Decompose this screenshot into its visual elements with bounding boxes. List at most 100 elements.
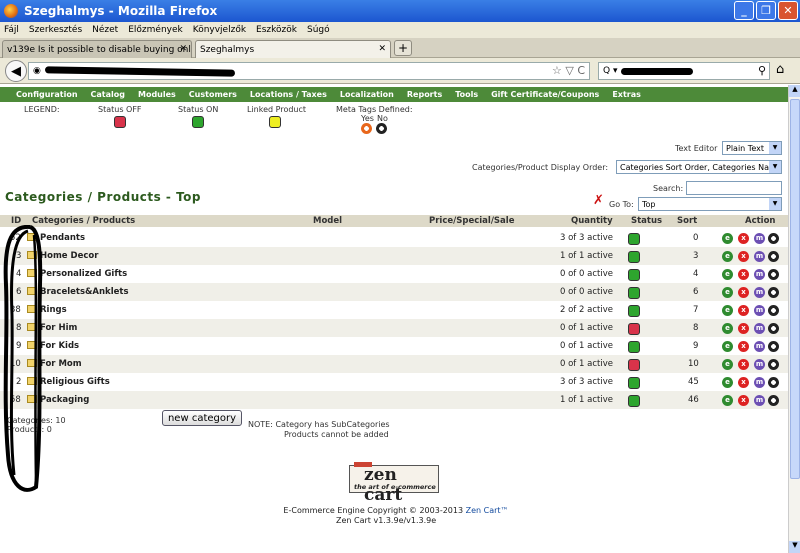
nav-gift-certificates[interactable]: Gift Certificate/Coupons (491, 90, 599, 99)
move-icon[interactable]: m (754, 395, 765, 406)
nav-modules[interactable]: Modules (138, 90, 176, 99)
menu-history[interactable]: Előzmények (128, 25, 183, 35)
move-icon[interactable]: m (754, 233, 765, 244)
move-icon[interactable]: m (754, 377, 765, 388)
folder-icon[interactable] (27, 359, 37, 367)
meta-tags-icon[interactable] (768, 269, 779, 280)
category-search-input[interactable] (686, 181, 782, 195)
status-on-icon[interactable] (628, 233, 640, 245)
status-on-icon[interactable] (628, 341, 640, 353)
menu-file[interactable]: Fájl (4, 25, 19, 35)
edit-icon[interactable]: e (722, 287, 733, 298)
category-name[interactable]: Bracelets&Anklets (40, 287, 129, 297)
home-icon[interactable]: ⌂ (776, 62, 784, 77)
folder-icon[interactable] (27, 395, 37, 403)
folder-icon[interactable] (27, 377, 37, 385)
move-icon[interactable]: m (754, 359, 765, 370)
edit-icon[interactable]: e (722, 233, 733, 244)
delete-icon[interactable]: x (738, 323, 749, 334)
delete-icon[interactable]: x (738, 377, 749, 388)
delete-icon[interactable]: x (738, 359, 749, 370)
meta-tags-icon[interactable] (768, 323, 779, 334)
folder-icon[interactable] (27, 287, 37, 295)
category-name[interactable]: For Kids (40, 341, 79, 351)
footer-version-link[interactable]: Zen Cart v1.3.9e/v1.3.9e (336, 516, 436, 525)
delete-icon[interactable]: x (738, 233, 749, 244)
close-tab-icon[interactable]: ✕ (378, 44, 386, 54)
nav-configuration[interactable]: Configuration (16, 90, 78, 99)
scroll-up-icon[interactable]: ▲ (789, 85, 800, 97)
back-button[interactable]: ◀ (5, 60, 27, 82)
category-name[interactable]: For Mom (40, 359, 82, 369)
move-icon[interactable]: m (754, 323, 765, 334)
folder-icon[interactable] (27, 251, 37, 259)
edit-icon[interactable]: e (722, 323, 733, 334)
category-name[interactable]: Religious Gifts (40, 377, 110, 387)
menu-bookmarks[interactable]: Könyvjelzők (193, 25, 246, 35)
nav-customers[interactable]: Customers (189, 90, 237, 99)
table-row[interactable]: 58 Packaging 1 of 1 active 46 e x m (0, 391, 788, 409)
meta-tags-icon[interactable] (768, 233, 779, 244)
meta-tags-icon[interactable] (768, 251, 779, 262)
new-category-button[interactable]: new category (162, 410, 242, 426)
menu-view[interactable]: Nézet (92, 25, 118, 35)
folder-icon[interactable] (27, 305, 37, 313)
nav-localization[interactable]: Localization (340, 90, 394, 99)
edit-icon[interactable]: e (722, 377, 733, 388)
table-row[interactable]: 10 For Mom 0 of 1 active 10 e x m (0, 355, 788, 373)
meta-tags-icon[interactable] (768, 305, 779, 316)
status-off-icon[interactable] (628, 323, 640, 335)
close-window-button[interactable]: ✕ (778, 1, 798, 20)
menu-tools[interactable]: Eszközök (256, 25, 297, 35)
category-name[interactable]: Home Decor (40, 251, 98, 261)
category-name[interactable]: Packaging (40, 395, 89, 405)
edit-icon[interactable]: e (722, 395, 733, 406)
address-bar[interactable]: ◉ ☆ ▽ C (28, 62, 590, 80)
browser-search-field[interactable]: Q ▾ ⚲ (598, 62, 770, 80)
display-order-select[interactable]: Categories Sort Order, Categories Name ▼ (616, 160, 782, 174)
delete-icon[interactable]: x (738, 251, 749, 262)
table-row[interactable]: 2 Religious Gifts 3 of 3 active 45 e x m (0, 373, 788, 391)
browser-tab-2[interactable]: Szeghalmys ✕ (195, 40, 391, 58)
status-on-icon[interactable] (628, 395, 640, 407)
folder-icon[interactable] (27, 341, 37, 349)
zen-cart-logo[interactable]: zen cart the art of e-commerce (349, 462, 439, 505)
delete-icon[interactable]: x (738, 341, 749, 352)
table-row[interactable]: 8 For Him 0 of 1 active 8 e x m (0, 319, 788, 337)
menu-edit[interactable]: Szerkesztés (29, 25, 82, 35)
scroll-thumb[interactable] (790, 99, 800, 479)
move-icon[interactable]: m (754, 287, 765, 298)
status-on-icon[interactable] (628, 377, 640, 389)
scroll-down-icon[interactable]: ▼ (789, 541, 800, 553)
table-row[interactable]: 4 Personalized Gifts 0 of 0 active 4 e x m (0, 265, 788, 283)
folder-icon[interactable] (27, 269, 37, 277)
goto-select[interactable]: Top ▼ (638, 197, 782, 211)
status-on-icon[interactable] (628, 305, 640, 317)
category-name[interactable]: Personalized Gifts (40, 269, 127, 279)
text-editor-select[interactable]: Plain Text ▼ (722, 141, 782, 155)
nav-reports[interactable]: Reports (407, 90, 442, 99)
table-row[interactable]: 9 For Kids 0 of 1 active 9 e x m (0, 337, 788, 355)
table-row[interactable]: 6 Bracelets&Anklets 0 of 0 active 6 e x m (0, 283, 788, 301)
table-row[interactable]: 3 Home Decor 1 of 1 active 3 e x m (0, 247, 788, 265)
status-on-icon[interactable] (628, 287, 640, 299)
close-tab-icon[interactable]: ✕ (179, 44, 187, 54)
category-name[interactable]: Pendants (40, 233, 85, 243)
meta-tags-icon[interactable] (768, 395, 779, 406)
delete-icon[interactable]: x (738, 305, 749, 316)
maximize-button[interactable]: ❐ (756, 1, 776, 20)
status-on-icon[interactable] (628, 251, 640, 263)
category-name[interactable]: Rings (40, 305, 67, 315)
nav-catalog[interactable]: Catalog (91, 90, 125, 99)
move-icon[interactable]: m (754, 251, 765, 262)
meta-tags-icon[interactable] (768, 377, 779, 388)
status-on-icon[interactable] (628, 269, 640, 281)
edit-icon[interactable]: e (722, 251, 733, 262)
meta-tags-icon[interactable] (768, 341, 779, 352)
folder-icon[interactable] (27, 233, 37, 241)
delete-icon[interactable]: x (738, 287, 749, 298)
edit-icon[interactable]: e (722, 341, 733, 352)
status-off-icon[interactable] (628, 359, 640, 371)
page-scrollbar[interactable]: ▲ ▼ (788, 85, 800, 553)
search-icon[interactable]: ⚲ (758, 64, 766, 77)
